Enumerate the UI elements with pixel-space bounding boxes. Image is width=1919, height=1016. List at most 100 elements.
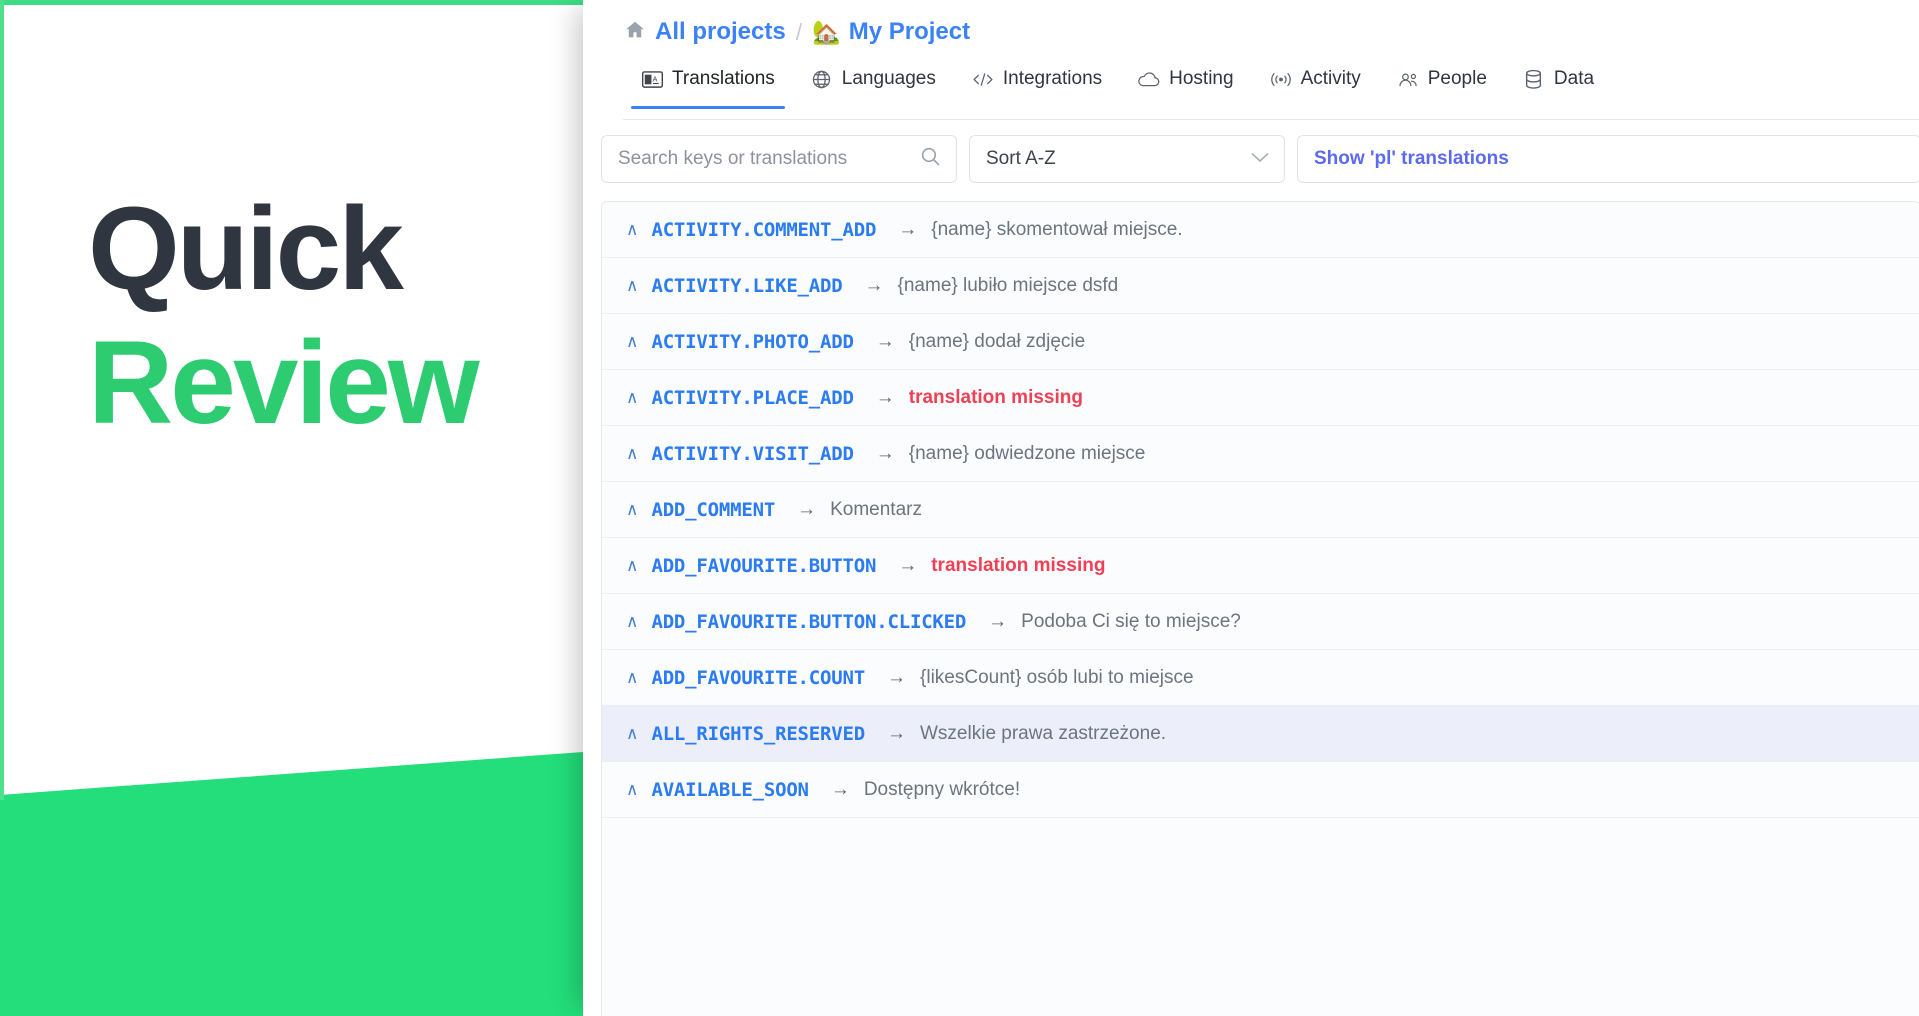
table-row[interactable]: ∧ ADD_FAVOURITE.BUTTON.CLICKED → Podoba … xyxy=(602,594,1919,650)
table-row[interactable]: ∧ ACTIVITY.VISIT_ADD → {name} odwiedzone… xyxy=(602,426,1919,482)
database-icon xyxy=(1523,69,1545,89)
breadcrumb: All projects / 🏡 My Project xyxy=(623,18,970,46)
tab-label: Translations xyxy=(672,68,775,89)
collapse-caret-icon[interactable]: ∧ xyxy=(626,613,638,630)
table-row[interactable]: ∧ ADD_FAVOURITE.BUTTON → translation mis… xyxy=(602,538,1919,594)
app-panel: All projects / 🏡 My Project A Translatio… xyxy=(583,0,1919,1016)
people-icon xyxy=(1397,69,1419,89)
app-root: Quick Review All projects / 🏡 My Project… xyxy=(0,0,1919,1016)
broadcast-icon xyxy=(1270,69,1292,89)
arrow-icon: → xyxy=(898,554,918,576)
translation-value: Dostępny wkrótce! xyxy=(863,778,1021,800)
arrow-icon: → xyxy=(864,274,884,296)
table-row[interactable]: ∧ AVAILABLE_SOON → Dostępny wkrótce! xyxy=(602,762,1919,818)
table-row[interactable]: ∧ ACTIVITY.LIKE_ADD → {name} lubiło miej… xyxy=(602,258,1919,314)
translation-value: {name} lubiło miejsce dsfd xyxy=(897,274,1119,296)
svg-text:A: A xyxy=(652,74,657,83)
filter-bar: Sort A-Z Show 'pl' translations xyxy=(601,135,1919,185)
show-language-translations-label: Show 'pl' translations xyxy=(1314,148,1509,169)
table-row[interactable]: ∧ ADD_COMMENT → Komentarz xyxy=(602,482,1919,538)
promo-panel: Quick Review xyxy=(0,0,583,1016)
promo-heading: Quick Review xyxy=(88,183,548,449)
tab-people[interactable]: People xyxy=(1379,62,1505,108)
translation-list: ∧ ACTIVITY.COMMENT_ADD → {name} skomento… xyxy=(601,201,1919,1016)
tab-label: Data xyxy=(1553,68,1595,89)
tab-label: Integrations xyxy=(1002,68,1103,89)
tab-data[interactable]: Data xyxy=(1505,62,1612,108)
translation-key[interactable]: ADD_FAVOURITE.COUNT xyxy=(651,667,865,689)
chevron-down-icon xyxy=(1250,148,1270,170)
translation-key[interactable]: ACTIVITY.LIKE_ADD xyxy=(651,275,842,297)
green-wedge-decoration xyxy=(0,752,583,1016)
translation-value: {name} odwiedzone miejsce xyxy=(908,442,1146,464)
collapse-caret-icon[interactable]: ∧ xyxy=(626,501,638,518)
translation-key[interactable]: ACTIVITY.PHOTO_ADD xyxy=(651,331,854,353)
tab-label: Hosting xyxy=(1169,68,1234,89)
tab-translations[interactable]: A Translations xyxy=(623,62,793,109)
translation-key[interactable]: ADD_FAVOURITE.BUTTON.CLICKED xyxy=(651,611,966,633)
arrow-icon: → xyxy=(887,666,906,688)
search-box[interactable] xyxy=(601,135,957,183)
translation-value: Podoba Ci się to miejsce? xyxy=(1021,610,1241,632)
table-row[interactable]: ∧ ADD_FAVOURITE.COUNT → {likesCount} osó… xyxy=(602,650,1919,706)
sort-select-value: Sort A-Z xyxy=(986,148,1056,169)
collapse-caret-icon[interactable]: ∧ xyxy=(626,389,638,406)
arrow-icon: → xyxy=(898,218,918,240)
translation-value: {likesCount} osób lubi to miejsce xyxy=(920,666,1194,688)
arrow-icon: → xyxy=(887,722,906,744)
collapse-caret-icon[interactable]: ∧ xyxy=(626,445,638,462)
search-input[interactable] xyxy=(618,148,914,170)
arrow-icon: → xyxy=(797,498,817,520)
translation-value: {name} dodał zdjęcie xyxy=(908,330,1086,352)
tab-bar: A Translations Languages Integrations Ho… xyxy=(623,62,1919,120)
translation-missing-badge: translation missing xyxy=(908,386,1083,408)
table-row[interactable]: ∧ ACTIVITY.PLACE_ADD → translation missi… xyxy=(602,370,1919,426)
promo-line-quick: Quick xyxy=(88,183,404,315)
code-brackets-icon xyxy=(972,69,994,89)
tab-label: Languages xyxy=(841,68,936,89)
tab-label: People xyxy=(1427,68,1487,89)
collapse-caret-icon[interactable]: ∧ xyxy=(626,557,638,574)
translation-key[interactable]: ACTIVITY.COMMENT_ADD xyxy=(651,219,876,241)
translation-missing-badge: translation missing xyxy=(931,554,1106,576)
translation-value: Wszelkie prawa zastrzeżone. xyxy=(920,722,1167,744)
breadcrumb-separator: / xyxy=(795,18,803,45)
search-icon[interactable] xyxy=(920,146,941,172)
breadcrumb-project-name[interactable]: My Project xyxy=(849,18,970,46)
tab-hosting[interactable]: Hosting xyxy=(1120,62,1251,108)
translation-key[interactable]: ALL_RIGHTS_RESERVED xyxy=(651,723,865,745)
collapse-caret-icon[interactable]: ∧ xyxy=(626,221,638,238)
translation-key[interactable]: AVAILABLE_SOON xyxy=(651,779,809,801)
promo-line-review: Review xyxy=(88,316,480,449)
collapse-caret-icon[interactable]: ∧ xyxy=(626,333,638,350)
arrow-icon: → xyxy=(875,442,895,464)
translation-key[interactable]: ADD_FAVOURITE.BUTTON xyxy=(651,555,876,577)
tab-label: Activity xyxy=(1300,68,1361,89)
table-row[interactable]: ∧ ACTIVITY.PHOTO_ADD → {name} dodał zdję… xyxy=(602,314,1919,370)
globe-icon xyxy=(811,69,833,89)
collapse-caret-icon[interactable]: ∧ xyxy=(626,669,638,686)
translation-key[interactable]: ACTIVITY.VISIT_ADD xyxy=(651,443,854,465)
arrow-icon: → xyxy=(830,778,850,800)
promo-top-accent-bar xyxy=(0,0,583,5)
tab-languages[interactable]: Languages xyxy=(793,62,954,108)
arrow-icon: → xyxy=(875,330,895,352)
collapse-caret-icon[interactable]: ∧ xyxy=(626,725,638,742)
promo-left-accent-bar xyxy=(0,0,4,800)
table-row[interactable]: ∧ ALL_RIGHTS_RESERVED → Wszelkie prawa z… xyxy=(602,706,1919,762)
tab-integrations[interactable]: Integrations xyxy=(954,62,1120,108)
home-icon xyxy=(623,19,647,45)
translation-key[interactable]: ACTIVITY.PLACE_ADD xyxy=(651,387,854,409)
project-house-icon: 🏡 xyxy=(812,18,841,45)
tab-activity[interactable]: Activity xyxy=(1252,62,1379,108)
show-language-translations-button[interactable]: Show 'pl' translations xyxy=(1297,135,1919,183)
arrow-icon: → xyxy=(988,610,1008,632)
collapse-caret-icon[interactable]: ∧ xyxy=(626,781,638,798)
translation-value: Komentarz xyxy=(830,498,922,520)
sort-select[interactable]: Sort A-Z xyxy=(969,135,1285,183)
translation-key[interactable]: ADD_COMMENT xyxy=(651,499,775,521)
collapse-caret-icon[interactable]: ∧ xyxy=(626,277,638,294)
breadcrumb-all-projects[interactable]: All projects xyxy=(655,18,786,46)
table-row[interactable]: ∧ ACTIVITY.COMMENT_ADD → {name} skomento… xyxy=(602,202,1919,258)
translate-icon: A xyxy=(641,69,663,89)
